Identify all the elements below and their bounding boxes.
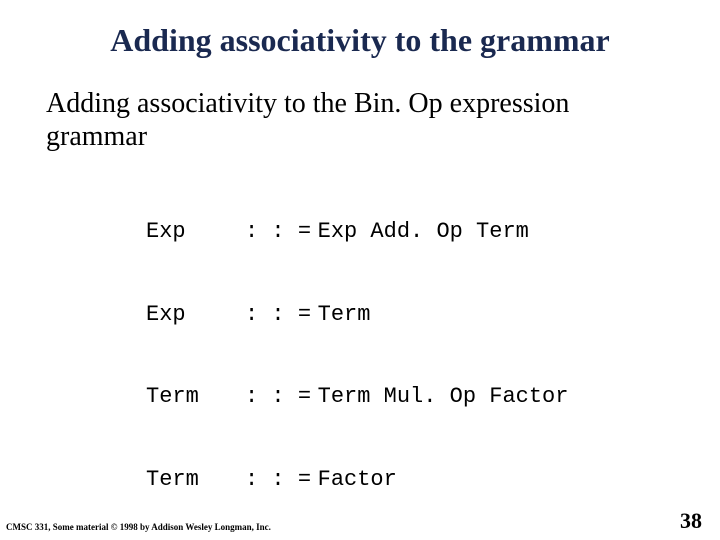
grammar-row: Term : : = Factor [146, 466, 674, 494]
page-number: 38 [680, 508, 702, 534]
grammar-sep: : : = [245, 218, 304, 246]
grammar-lhs: Term [146, 466, 232, 494]
grammar-lhs: Term [146, 383, 232, 411]
lead-text: Adding associativity to the Bin. Op expr… [46, 87, 674, 153]
grammar-row: Exp : : = Exp Add. Op Term [146, 218, 674, 246]
footer-text: CMSC 331, Some material © 1998 by Addiso… [6, 522, 271, 532]
grammar-row: Exp : : = Term [146, 301, 674, 329]
grammar-sep: : : = [245, 301, 304, 329]
grammar-rhs: Exp Add. Op Term [318, 219, 529, 244]
grammar-sep: : : = [245, 466, 304, 494]
grammar-sep: : : = [245, 383, 304, 411]
slide: Adding associativity to the grammar Addi… [0, 0, 720, 540]
grammar-lhs: Exp [146, 301, 232, 329]
grammar-rhs: Term Mul. Op Factor [318, 384, 569, 409]
grammar-rhs: Term [318, 302, 371, 327]
grammar-lhs: Exp [146, 218, 232, 246]
slide-body: Adding associativity to the Bin. Op expr… [0, 69, 720, 540]
grammar-block: Exp : : = Exp Add. Op Term Exp : : = Ter… [46, 153, 674, 540]
slide-title: Adding associativity to the grammar [0, 0, 720, 69]
grammar-row: Term : : = Term Mul. Op Factor [146, 383, 674, 411]
grammar-rhs: Factor [318, 467, 397, 492]
